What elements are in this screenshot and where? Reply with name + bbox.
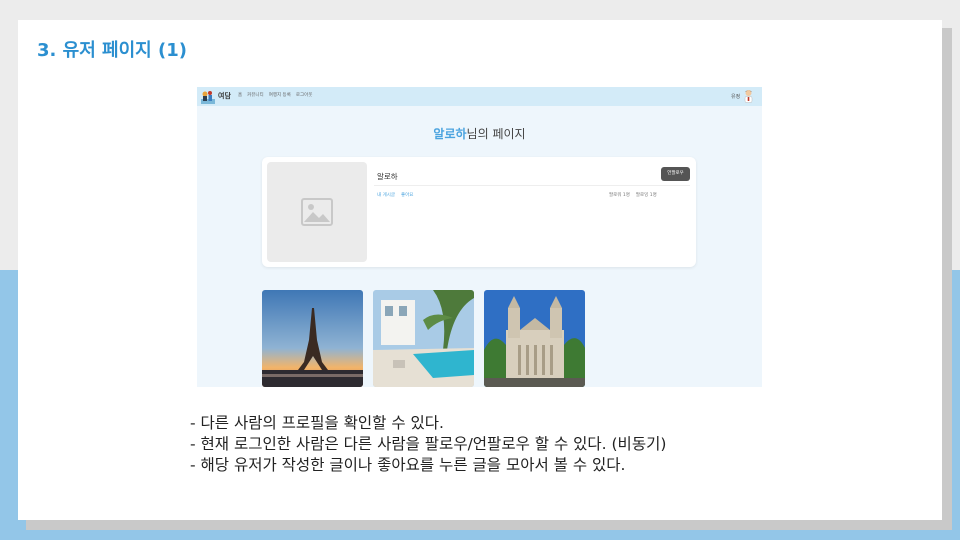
post-thumbnail-resort-pool[interactable] (373, 290, 474, 387)
bullet-list: - 다른 사람의 프로필을 확인할 수 있다. - 현재 로그인한 사람은 다른… (190, 413, 666, 476)
post-thumbnail-cathedral[interactable] (484, 290, 585, 387)
nav-brand[interactable]: 여담 (218, 91, 231, 101)
bullet-item: - 현재 로그인한 사람은 다른 사람을 팔로우/언팔로우 할 수 있다. (비… (190, 435, 667, 453)
nav-username[interactable]: 유정 (731, 93, 740, 100)
travel-family-logo-icon[interactable] (201, 89, 215, 104)
nav-link-add-destination[interactable]: 여행지 등록 (269, 92, 291, 98)
profile-photo (267, 162, 367, 262)
user-avatar-icon[interactable] (743, 89, 754, 103)
bullet-item: - 다른 사람의 프로필을 확인할 수 있다. (190, 414, 444, 432)
navbar: 여담 홈 커뮤니티 여행지 등록 로그아웃 유정 (197, 87, 762, 106)
app-screenshot: 여담 홈 커뮤니티 여행지 등록 로그아웃 유정 알로하님의 페이지 알로하 언… (197, 87, 762, 387)
nav-links: 홈 커뮤니티 여행지 등록 로그아웃 (238, 92, 312, 98)
nav-link-community[interactable]: 커뮤니티 (247, 92, 264, 98)
bullet-item: - 해당 유저가 작성한 글이나 좋아요를 누른 글을 모아서 볼 수 있다. (190, 456, 626, 474)
tab-likes[interactable]: 좋아요 (401, 192, 413, 198)
page-heading: 알로하님의 페이지 (197, 125, 762, 142)
profile-name: 알로하 (377, 172, 398, 181)
follower-count[interactable]: 팔로워 1명 (609, 192, 630, 198)
follow-stats: 팔로워 1명 팔로잉 1명 (609, 192, 657, 198)
slide-title: 3. 유저 페이지 (1) (37, 40, 187, 61)
unfollow-button[interactable]: 언팔로우 (661, 167, 690, 181)
profile-owner-name: 알로하 (433, 127, 467, 141)
page-heading-suffix: 님의 페이지 (466, 127, 526, 141)
tab-my-posts[interactable]: 내 게시글 (377, 192, 395, 198)
following-count[interactable]: 팔로잉 1명 (636, 192, 657, 198)
post-grid (262, 290, 585, 387)
profile-card: 알로하 언팔로우 내 게시글 좋아요 팔로워 1명 팔로잉 1명 (262, 157, 696, 267)
profile-divider (374, 185, 690, 186)
image-placeholder-icon (301, 198, 333, 226)
profile-tabs: 내 게시글 좋아요 (377, 192, 413, 198)
post-thumbnail-eiffel-tower[interactable] (262, 290, 363, 387)
nav-link-logout[interactable]: 로그아웃 (296, 92, 313, 98)
nav-link-home[interactable]: 홈 (238, 92, 242, 98)
